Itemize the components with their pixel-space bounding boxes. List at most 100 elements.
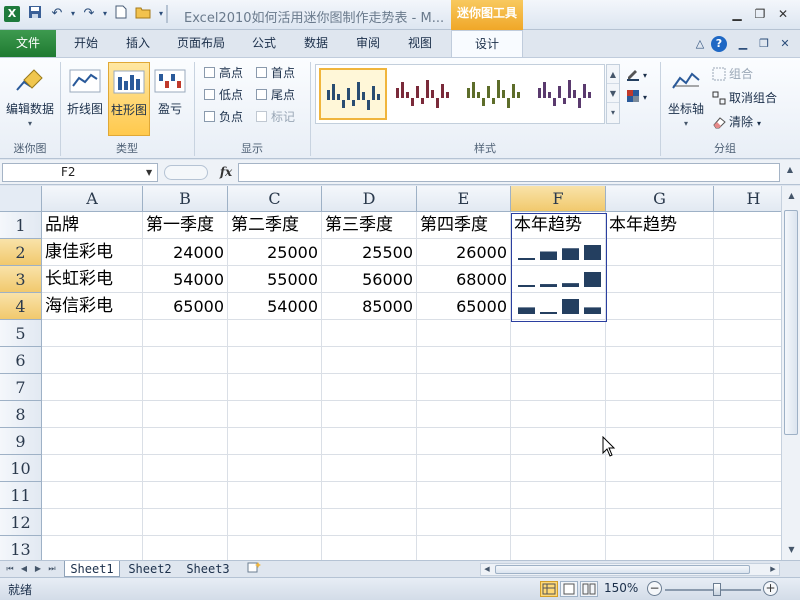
cell-C4[interactable]: 54000: [228, 293, 322, 320]
tab-design[interactable]: 设计: [451, 30, 523, 57]
style-option-1[interactable]: [319, 68, 387, 120]
cell-G5[interactable]: [606, 320, 714, 347]
cell-F6[interactable]: [511, 347, 606, 374]
name-box[interactable]: F2: [2, 163, 158, 182]
gallery-more-icon[interactable]: ▾: [607, 103, 619, 122]
cell-E9[interactable]: [417, 428, 511, 455]
clear-button[interactable]: 清除 ▾: [712, 112, 761, 132]
ungroup-button[interactable]: 取消组合: [712, 88, 777, 108]
cell-B1[interactable]: 第一季度: [143, 212, 228, 239]
cell-H12[interactable]: [714, 509, 781, 536]
cell-B3[interactable]: 54000: [143, 266, 228, 293]
edit-data-button[interactable]: 编辑数据 ▾: [4, 62, 56, 136]
tab-view[interactable]: 视图: [398, 30, 442, 57]
tab-page-layout[interactable]: 页面布局: [170, 30, 232, 57]
tab-insert[interactable]: 插入: [116, 30, 160, 57]
cell-G4[interactable]: [606, 293, 714, 320]
cell-G11[interactable]: [606, 482, 714, 509]
column-header-A[interactable]: A: [42, 186, 143, 212]
cell-E4[interactable]: 65000: [417, 293, 511, 320]
name-box-dropdown-icon[interactable]: ▼: [146, 163, 152, 182]
cell-C12[interactable]: [228, 509, 322, 536]
cell-B12[interactable]: [143, 509, 228, 536]
normal-view-button[interactable]: [540, 581, 558, 597]
cell-A4[interactable]: 海信彩电: [42, 293, 143, 320]
cell-E7[interactable]: [417, 374, 511, 401]
zoom-in-button[interactable]: +: [763, 581, 778, 596]
row-header-8[interactable]: 8: [0, 401, 42, 428]
cell-A5[interactable]: [42, 320, 143, 347]
row-header-6[interactable]: 6: [0, 347, 42, 374]
horizontal-scroll-thumb[interactable]: [495, 565, 750, 574]
minimize-ribbon-icon[interactable]: △: [692, 36, 708, 52]
cell-A3[interactable]: 长虹彩电: [42, 266, 143, 293]
low-point-checkbox[interactable]: 低点: [204, 86, 243, 104]
save-icon[interactable]: [26, 5, 44, 23]
tab-home[interactable]: 开始: [64, 30, 108, 57]
next-sheet-icon[interactable]: ▶: [32, 563, 44, 575]
last-point-checkbox[interactable]: 尾点: [256, 86, 295, 104]
cell-C6[interactable]: [228, 347, 322, 374]
cell-F4[interactable]: [511, 293, 606, 320]
scroll-up-icon[interactable]: ▲: [783, 188, 800, 204]
cell-G2[interactable]: [606, 239, 714, 266]
row-header-3[interactable]: 3: [0, 266, 42, 293]
page-layout-view-button[interactable]: [560, 581, 578, 597]
row-header-1[interactable]: 1: [0, 212, 42, 239]
zoom-level[interactable]: 150%: [604, 581, 638, 595]
cell-H11[interactable]: [714, 482, 781, 509]
cell-E13[interactable]: [417, 536, 511, 560]
cell-A1[interactable]: 品牌: [42, 212, 143, 239]
vertical-scrollbar[interactable]: ▲ ▼: [781, 186, 800, 560]
cell-H13[interactable]: [714, 536, 781, 560]
cell-D2[interactable]: 25500: [322, 239, 417, 266]
select-all-corner[interactable]: [0, 186, 42, 212]
excel-logo-icon[interactable]: X: [4, 6, 20, 22]
cell-E12[interactable]: [417, 509, 511, 536]
high-point-checkbox[interactable]: 高点: [204, 64, 243, 82]
axis-button[interactable]: 坐标轴 ▾: [664, 62, 708, 136]
vertical-scroll-thumb[interactable]: [784, 210, 798, 435]
cell-E2[interactable]: 26000: [417, 239, 511, 266]
cell-C8[interactable]: [228, 401, 322, 428]
cell-C5[interactable]: [228, 320, 322, 347]
cell-F11[interactable]: [511, 482, 606, 509]
cell-E6[interactable]: [417, 347, 511, 374]
sheet-tab-sheet3[interactable]: Sheet3: [180, 561, 236, 577]
cell-A2[interactable]: 康佳彩电: [42, 239, 143, 266]
cell-C11[interactable]: [228, 482, 322, 509]
cell-C2[interactable]: 25000: [228, 239, 322, 266]
column-header-C[interactable]: C: [228, 186, 322, 212]
tab-formulas[interactable]: 公式: [242, 30, 286, 57]
cell-B13[interactable]: [143, 536, 228, 560]
tab-file[interactable]: 文件: [0, 30, 56, 57]
tab-data[interactable]: 数据: [294, 30, 338, 57]
scroll-left-icon[interactable]: ◀: [481, 564, 493, 575]
cell-G8[interactable]: [606, 401, 714, 428]
expand-formula-bar-icon[interactable]: ▲: [784, 165, 796, 180]
scroll-right-icon[interactable]: ▶: [767, 564, 779, 575]
scroll-down-icon[interactable]: ▼: [783, 542, 800, 558]
first-point-checkbox[interactable]: 首点: [256, 64, 295, 82]
cell-G1[interactable]: 本年趋势: [606, 212, 714, 239]
row-header-13[interactable]: 13: [0, 536, 42, 560]
sheet-tab-sheet2[interactable]: Sheet2: [122, 561, 178, 577]
cell-F8[interactable]: [511, 401, 606, 428]
cell-H3[interactable]: [714, 266, 781, 293]
prev-sheet-icon[interactable]: ◀: [18, 563, 30, 575]
cell-H8[interactable]: [714, 401, 781, 428]
cell-F1[interactable]: 本年趋势: [511, 212, 606, 239]
cell-F2[interactable]: [511, 239, 606, 266]
cell-H2[interactable]: [714, 239, 781, 266]
cell-F12[interactable]: [511, 509, 606, 536]
last-sheet-icon[interactable]: ⏭: [46, 563, 58, 575]
cell-D11[interactable]: [322, 482, 417, 509]
sparkline-color-button[interactable]: ▾: [626, 64, 647, 84]
style-option-3[interactable]: [461, 68, 529, 120]
cell-D8[interactable]: [322, 401, 417, 428]
line-type-button[interactable]: 折线图: [64, 62, 106, 136]
zoom-out-button[interactable]: −: [647, 581, 662, 596]
win-loss-type-button[interactable]: 盈亏: [152, 62, 188, 136]
cell-H5[interactable]: [714, 320, 781, 347]
cell-F9[interactable]: [511, 428, 606, 455]
